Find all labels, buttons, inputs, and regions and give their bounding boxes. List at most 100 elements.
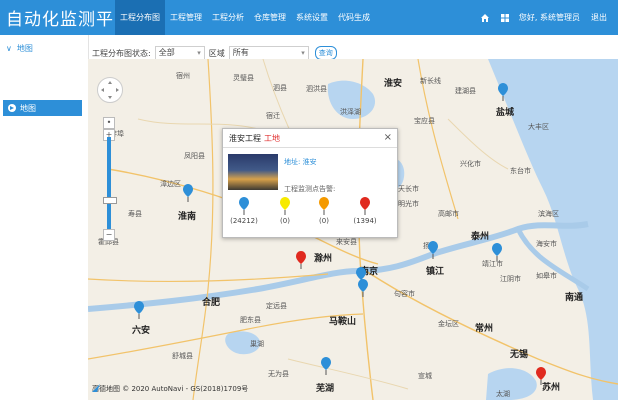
map-label: 定远县 [266, 302, 287, 310]
map-label: 如皋市 [536, 272, 557, 280]
nav-code-gen[interactable]: 代码生成 [333, 0, 375, 35]
map-label: 盐城 [496, 108, 515, 118]
popup-station-label: 工程监测点告警: [284, 185, 336, 193]
nav-project-analysis[interactable]: 工程分析 [207, 0, 249, 35]
map-label: 舒城县 [172, 352, 193, 360]
project-info-popup: 淮安工程 工地 × 地址: 淮安 工程监测点告警: (24212) (0) (0… [222, 128, 398, 238]
popup-header: 淮安工程 工地 [223, 129, 397, 148]
project-marker-blue[interactable] [498, 83, 508, 101]
query-button[interactable]: 查询 [314, 46, 337, 60]
map-zoom-control: • + − [97, 77, 123, 242]
alarm-level-red: (1394) [347, 197, 383, 225]
nav-warehouse[interactable]: 仓库管理 [249, 0, 291, 35]
play-circle-icon [8, 104, 16, 112]
pin-icon-red [360, 197, 370, 215]
status-label: 工程分布图状态: [92, 48, 151, 58]
app-title: 自动化监测平台 [6, 10, 132, 30]
status-select-value: 全部 [158, 48, 175, 57]
project-marker-red[interactable] [296, 251, 306, 269]
map-label: 江阴市 [500, 275, 521, 283]
nav-project-manage[interactable]: 工程管理 [165, 0, 207, 35]
map-label: 泰州 [471, 232, 490, 242]
alarm-level-blue: (24212) [226, 197, 262, 225]
region-select[interactable]: 所有 [228, 46, 309, 60]
map-label: 常州 [475, 324, 494, 334]
map-label: 镇江 [426, 267, 445, 277]
top-bar: 自动化监测平台 工程分布图 工程管理 工程分析 仓库管理 系统设置 代码生成 您… [0, 0, 618, 35]
pan-arrows-icon [101, 81, 119, 99]
alarm-count: (1394) [353, 217, 377, 225]
user-greeting[interactable]: 您好, 系统管理员 [519, 12, 580, 23]
map-label: 大丰区 [528, 123, 549, 131]
map-label: 来安县 [336, 238, 357, 246]
map-label: 南通 [565, 293, 584, 303]
region-label: 区域 [208, 48, 225, 58]
zoom-out-button[interactable]: − [103, 229, 115, 241]
sidebar: ∨ 地图 地图 [0, 35, 89, 400]
status-select[interactable]: 全部 [154, 46, 205, 60]
pan-control[interactable] [97, 77, 123, 103]
close-icon[interactable]: × [384, 132, 392, 143]
sidebar-item-map[interactable]: 地图 [3, 100, 82, 116]
map-label: 高邮市 [438, 210, 459, 218]
map-attribution-text: 高德地图 © 2020 AutoNavi - GS(2018)1709号 [92, 385, 249, 393]
region-select-value: 所有 [232, 48, 249, 57]
top-nav: 工程分布图 工程管理 工程分析 仓库管理 系统设置 代码生成 [115, 0, 375, 35]
map-label: 宣城 [418, 372, 432, 380]
chevron-down-icon: ∨ [6, 44, 12, 53]
header-right: 您好, 系统管理员 退出 [479, 0, 618, 35]
map-label: 无为县 [268, 370, 289, 378]
grid-icon[interactable] [499, 12, 511, 24]
project-marker-blue[interactable] [134, 301, 144, 319]
popup-address: 地址: 淮安 [284, 158, 317, 166]
map-label: 明光市 [398, 200, 419, 208]
sidebar-group-map[interactable]: ∨ 地图 [6, 43, 33, 54]
alarm-count: (0) [280, 217, 290, 225]
amap-logo-icon [92, 384, 100, 392]
alarm-level-orange: (0) [306, 197, 342, 225]
locate-button[interactable]: • [103, 117, 115, 129]
map-label: 淮南 [178, 212, 197, 222]
project-marker-blue[interactable] [183, 184, 193, 202]
map-label: 宿州 [176, 72, 190, 80]
pin-icon-blue [239, 197, 249, 215]
map-label: 东台市 [510, 167, 531, 175]
project-marker-blue[interactable] [492, 243, 502, 261]
logout-link[interactable]: 退出 [591, 12, 607, 23]
map-label: 句容市 [394, 290, 415, 298]
map-label: 金坛区 [438, 320, 459, 328]
project-marker-blue[interactable] [321, 357, 331, 375]
map-label: 巢湖 [250, 340, 264, 348]
map-label: 洪泽湖 [340, 108, 361, 116]
map-label: 天长市 [398, 185, 419, 193]
alarm-count: (24212) [230, 217, 258, 225]
map-label: 芜湖 [316, 384, 335, 394]
zoom-slider-track[interactable] [107, 137, 111, 229]
map-label: 马鞍山 [329, 317, 357, 327]
project-marker-blue[interactable] [358, 279, 368, 297]
map-attribution: 高德地图 © 2020 AutoNavi - GS(2018)1709号 [92, 384, 248, 394]
map-label: 海安市 [536, 240, 557, 248]
map-label: 淮安 [384, 79, 403, 89]
map-label: 泗洪县 [306, 85, 327, 93]
map-label: 宝应县 [414, 117, 435, 125]
nav-system-settings[interactable]: 系统设置 [291, 0, 333, 35]
map-label: 凤阳县 [184, 152, 205, 160]
popup-title: 淮安工程 [229, 133, 261, 143]
map-label: 太湖 [496, 390, 510, 398]
sidebar-group-label: 地图 [16, 44, 33, 53]
map-label: 寿县 [128, 210, 142, 218]
alarm-count: (0) [319, 217, 329, 225]
map-label: 漳边区 [160, 180, 181, 188]
map-label: 灵璧县 [233, 74, 254, 82]
zoom-slider-thumb[interactable] [103, 197, 117, 204]
popup-status: 工地 [264, 133, 280, 143]
nav-project-map[interactable]: 工程分布图 [115, 0, 165, 35]
project-marker-blue[interactable] [428, 241, 438, 259]
map-label: 肥东县 [240, 316, 261, 324]
home-icon[interactable] [479, 12, 491, 24]
alarm-level-yellow: (0) [267, 197, 303, 225]
map-label: 无锡 [510, 350, 529, 360]
pin-icon-orange [319, 197, 329, 215]
project-marker-red[interactable] [536, 367, 546, 385]
